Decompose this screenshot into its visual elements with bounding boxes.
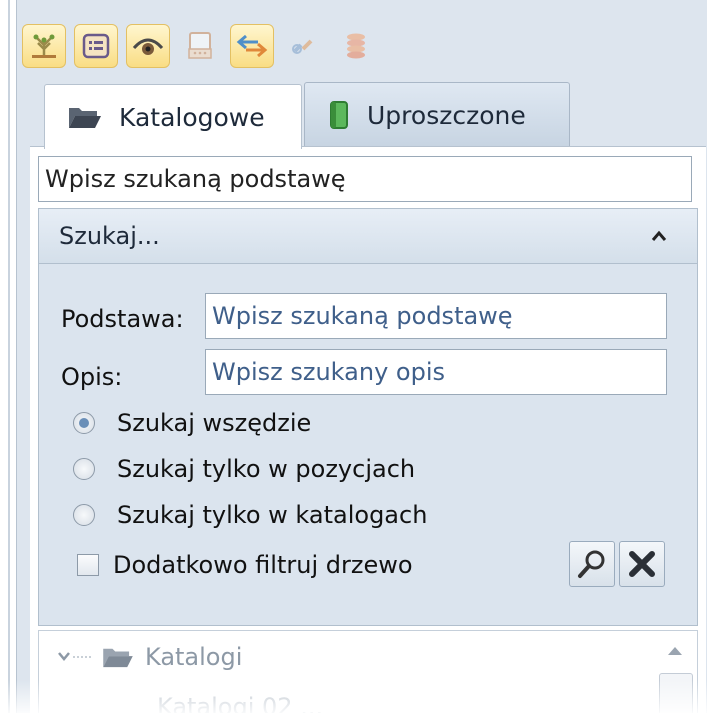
chevron-down-icon[interactable] — [57, 650, 93, 664]
link-icon — [292, 39, 313, 54]
list-icon — [82, 33, 110, 59]
folder-open-icon — [67, 104, 103, 130]
search-button[interactable] — [569, 541, 615, 587]
filter-tree-checkbox[interactable] — [77, 554, 99, 576]
scrollbar-thumb[interactable] — [659, 673, 693, 713]
opis-label: Opis: — [61, 363, 123, 391]
chevron-up-icon — [668, 647, 682, 655]
tree-node-child[interactable]: Katalogi 02 ... — [157, 693, 323, 713]
radio-search-positions-label: Szukaj tylko w pozycjach — [117, 455, 416, 483]
list-view-button[interactable] — [74, 24, 118, 68]
toolbar — [22, 20, 378, 72]
podstawa-label: Podstawa: — [61, 305, 184, 333]
swap-button[interactable] — [230, 24, 274, 68]
search-panel-title: Szukaj... — [59, 222, 160, 250]
left-splitter[interactable] — [8, 0, 10, 713]
preview-button[interactable] — [126, 24, 170, 68]
catalog-panel-window: Uproszczone Katalogowe Szukaj... Podstaw… — [0, 0, 711, 713]
tab-katalogowe-label: Katalogowe — [119, 102, 265, 132]
main-search-input[interactable] — [38, 156, 692, 202]
swap-arrows-icon — [236, 34, 268, 58]
podstawa-input[interactable] — [205, 293, 667, 339]
radio-button-selected[interactable] — [73, 412, 95, 434]
document-icon — [188, 32, 212, 59]
radio-search-positions[interactable]: Szukaj tylko w pozycjach — [73, 455, 415, 483]
radio-search-catalogs[interactable]: Szukaj tylko w katalogach — [73, 501, 427, 529]
search-panel: Szukaj... Podstawa: Opis: Szukaj wszędzi… — [38, 208, 698, 626]
clear-button[interactable] — [619, 541, 665, 587]
scroll-up-button[interactable] — [655, 633, 695, 669]
coins-button[interactable] — [334, 24, 378, 68]
opis-input[interactable] — [205, 349, 667, 395]
tree-node-katalogi[interactable]: Katalogi — [57, 643, 242, 671]
filter-tree-checkbox-row[interactable]: Dodatkowo filtruj drzewo — [77, 551, 413, 579]
tree-structure-button[interactable] — [22, 24, 66, 68]
filter-tree-label: Dodatkowo filtruj drzewo — [113, 551, 413, 579]
eye-icon — [132, 38, 164, 55]
folder-open-icon — [101, 645, 135, 669]
chevron-up-icon[interactable] — [651, 230, 667, 242]
radio-search-catalogs-label: Szukaj tylko w katalogach — [117, 501, 428, 529]
radio-button[interactable] — [73, 504, 95, 526]
radio-search-everywhere[interactable]: Szukaj wszędzie — [73, 409, 311, 437]
search-panel-header[interactable]: Szukaj... — [39, 209, 697, 264]
tab-uproszczone-label: Uproszczone — [367, 100, 526, 130]
tree-node-child-label: Katalogi 02 ... — [157, 693, 324, 713]
link-button[interactable] — [282, 24, 326, 68]
radio-button[interactable] — [73, 458, 95, 480]
search-icon — [578, 550, 605, 578]
document-button[interactable] — [178, 24, 222, 68]
coins-icon — [347, 33, 365, 59]
radio-search-everywhere-label: Szukaj wszędzie — [117, 409, 312, 437]
green-book-icon — [327, 100, 351, 130]
tab-uproszczone[interactable]: Uproszczone — [304, 82, 570, 147]
catalog-tree: Katalogi Katalogi 02 ... — [38, 630, 698, 713]
tree-node-katalogi-label: Katalogi — [145, 643, 243, 671]
tab-katalogowe[interactable]: Katalogowe — [44, 84, 302, 149]
tree-structure-icon — [32, 34, 56, 58]
close-icon — [629, 551, 655, 577]
